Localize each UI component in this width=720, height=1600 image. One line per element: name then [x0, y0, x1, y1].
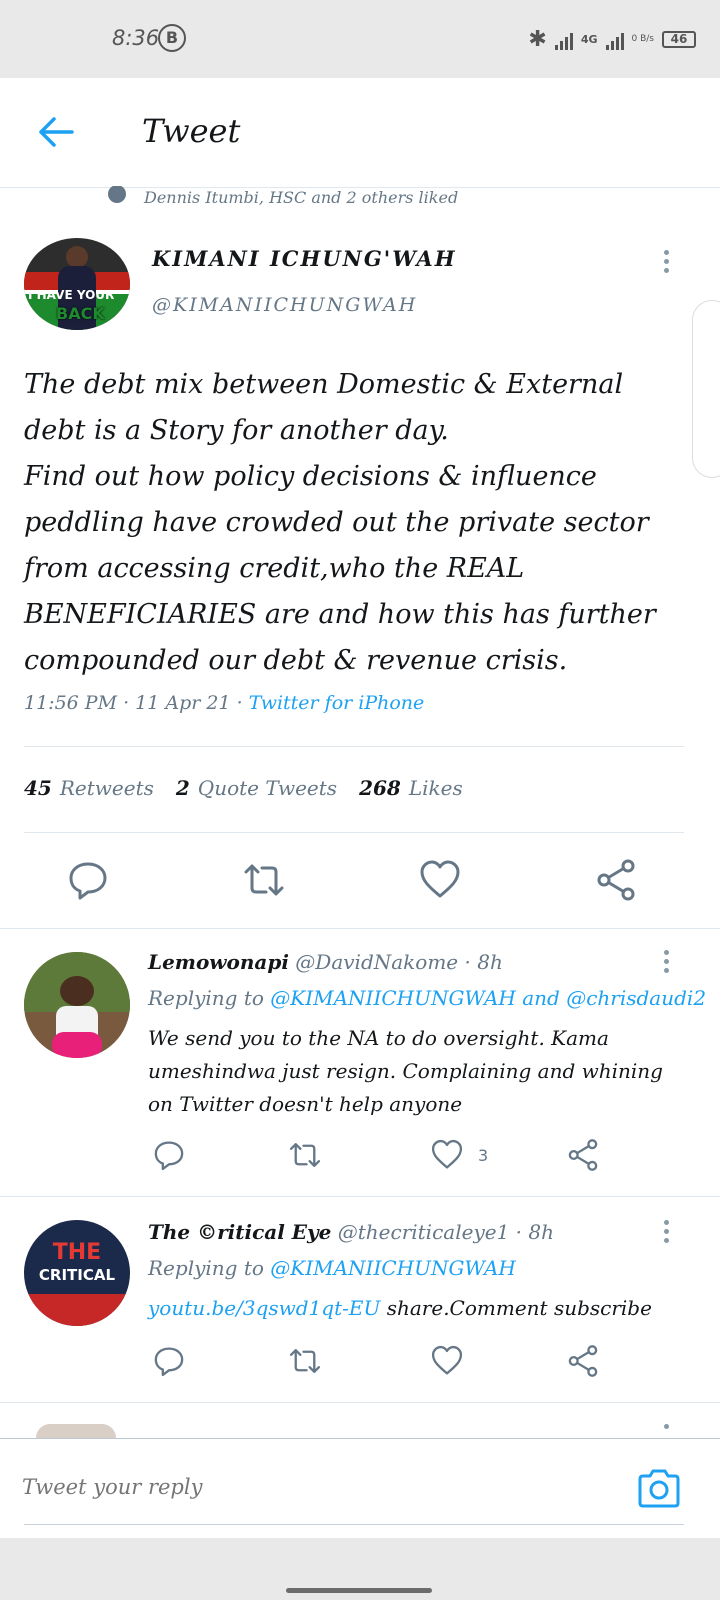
author-avatar[interactable]: I HAVE YOUR BACK	[24, 238, 130, 330]
tweet-actions	[0, 846, 720, 926]
quote-tweets-count[interactable]: 2 Quote Tweets	[176, 776, 337, 800]
reply-author-handle[interactable]: @DavidNakome	[295, 950, 458, 974]
compose-underline	[24, 1524, 684, 1525]
reply-age: 8h	[477, 950, 503, 974]
more-options-icon[interactable]	[658, 250, 674, 276]
reply-icon[interactable]	[66, 858, 110, 902]
avatar-text: I HAVE YOUR	[28, 288, 115, 302]
status-badge: B	[158, 24, 186, 52]
author-name[interactable]: KIMANI ICHUNG'WAH	[152, 246, 457, 271]
retweets-count[interactable]: 45 Retweets	[24, 776, 154, 800]
section-separator	[0, 928, 720, 929]
reply-tweet[interactable]: Lemowonapi @DavidNakome · 8h Replying to…	[0, 950, 720, 1190]
retweet-icon[interactable]	[288, 1138, 322, 1172]
tweet-date: 11 Apr 21	[135, 692, 231, 714]
tweet-source-link[interactable]: Twitter for iPhone	[249, 692, 425, 714]
tweet-text: The debt mix between Domestic & External…	[24, 369, 656, 676]
like-icon[interactable]	[430, 1344, 464, 1378]
divider	[24, 832, 684, 833]
status-icons: ✱ 4G 0 B/s 46	[528, 22, 696, 56]
section-separator	[0, 1196, 720, 1197]
reply-actions: 3	[148, 1138, 628, 1178]
reply-like-count: 3	[478, 1146, 489, 1165]
reply-author-name[interactable]: The ©ritical Eye	[148, 1220, 331, 1244]
like-icon[interactable]	[430, 1138, 464, 1172]
reply-age: 8h	[528, 1220, 554, 1244]
replying-to: Replying to @KIMANIICHUNGWAH	[148, 1256, 516, 1280]
reply-actions	[148, 1344, 628, 1384]
home-indicator[interactable]	[286, 1588, 432, 1593]
reply-text: youtu.be/3qswd1qt-EU share.Comment subsc…	[148, 1296, 652, 1320]
reply-avatar[interactable]: THE CRITICAL	[24, 1220, 130, 1326]
youtube-link[interactable]: youtu.be/3qswd1qt-EU	[148, 1296, 380, 1320]
divider	[24, 746, 684, 747]
signal-icon-2	[605, 28, 624, 50]
replying-to-link[interactable]: @KIMANIICHUNGWAH	[270, 986, 516, 1010]
page-title: Tweet	[142, 112, 241, 150]
edge-panel-handle[interactable]	[692, 300, 720, 478]
reply-compose-bar	[0, 1438, 720, 1538]
reply-more-options-icon[interactable]	[658, 1424, 674, 1438]
heart-icon	[108, 186, 126, 203]
replying-to-link[interactable]: @KIMANIICHUNGWAH	[270, 1256, 516, 1280]
bluetooth-icon: ✱	[528, 26, 547, 52]
share-icon[interactable]	[566, 1138, 600, 1172]
network-speed: 0 B/s	[631, 34, 654, 44]
reply-more-options-icon[interactable]	[658, 950, 674, 976]
reply-header: Lemowonapi @DavidNakome · 8h	[148, 950, 503, 974]
camera-icon[interactable]	[636, 1467, 682, 1509]
reply-avatar-partial	[36, 1424, 116, 1438]
replying-to: Replying to @KIMANIICHUNGWAH and @chrisd…	[148, 986, 707, 1010]
back-arrow-icon[interactable]	[36, 112, 76, 152]
share-icon[interactable]	[594, 858, 638, 902]
retweet-icon[interactable]	[242, 858, 286, 902]
reply-header: The ©ritical Eye @thecriticaleye1 · 8h	[148, 1220, 554, 1244]
social-context: Dennis Itumbi, HSC and 2 others liked	[108, 186, 458, 208]
section-separator	[0, 1402, 720, 1403]
tweet-time: 11:56 PM	[24, 692, 118, 714]
tweet-meta: 11:56 PM · 11 Apr 21 · Twitter for iPhon…	[24, 692, 425, 714]
reply-icon[interactable]	[152, 1138, 186, 1172]
status-bar: 8:36 B ✱ 4G 0 B/s 46	[0, 0, 720, 78]
reply-more-options-icon[interactable]	[658, 1220, 674, 1246]
likes-count[interactable]: 268 Likes	[359, 776, 463, 800]
avatar-text-2: BACK	[56, 304, 105, 323]
reply-avatar[interactable]	[24, 952, 130, 1058]
reply-author-name[interactable]: Lemowonapi	[148, 950, 289, 974]
like-icon[interactable]	[418, 858, 462, 902]
reply-icon[interactable]	[152, 1344, 186, 1378]
social-context-text: Dennis Itumbi, HSC and 2 others liked	[144, 187, 459, 207]
author-handle[interactable]: @KIMANIICHUNGWAH	[152, 294, 417, 316]
reply-input[interactable]	[22, 1475, 602, 1499]
signal-icon	[554, 28, 573, 50]
engagement-counts: 45 Retweets 2 Quote Tweets 268 Likes	[24, 776, 463, 800]
share-icon[interactable]	[566, 1344, 600, 1378]
reply-tweet[interactable]: THE CRITICAL The ©ritical Eye @thecritic…	[0, 1220, 720, 1390]
replying-to-link-2[interactable]: @chrisdaudi2	[566, 986, 706, 1010]
reply-author-handle[interactable]: @thecriticaleye1	[338, 1220, 510, 1244]
reply-text: We send you to the NA to do oversight. K…	[148, 1026, 663, 1116]
retweet-icon[interactable]	[288, 1344, 322, 1378]
status-time: 8:36	[112, 26, 160, 50]
network-type: 4G	[580, 32, 598, 46]
system-nav-bar	[0, 1538, 720, 1600]
app-header: Tweet	[0, 78, 720, 188]
battery-icon: 46	[662, 30, 696, 48]
